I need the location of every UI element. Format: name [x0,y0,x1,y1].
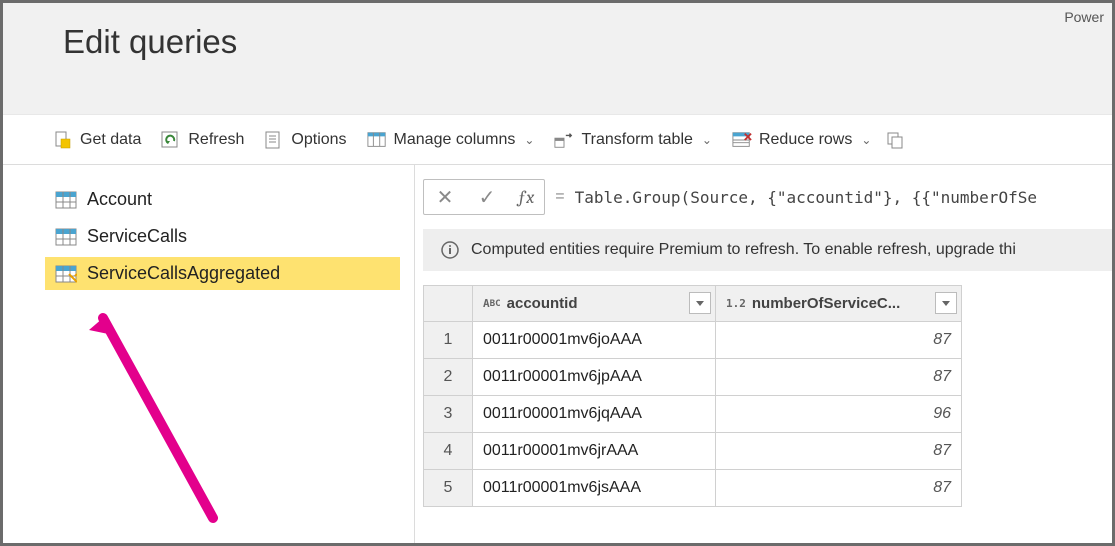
toolbar: Get data Refresh Options Manage columns … [3,115,1112,165]
reduce-rows-button[interactable]: Reduce rows ⌄ [722,115,881,165]
transform-table-button[interactable]: Transform table ⌄ [544,115,722,165]
info-icon [441,241,459,259]
get-data-icon [53,130,73,150]
row-index[interactable]: 5 [423,470,473,507]
column-header-label: numberOfServiceC... [752,295,900,312]
options-icon [264,130,284,150]
chevron-down-icon: ⌄ [702,133,712,147]
row-index[interactable]: 2 [423,359,473,396]
options-button[interactable]: Options [254,115,356,165]
reduce-rows-label: Reduce rows [759,131,852,149]
formula-input[interactable] [575,184,1104,211]
manage-columns-button[interactable]: Manage columns ⌄ [357,115,545,165]
formula-commit-button[interactable]: ✓ [466,179,508,215]
chevron-down-icon: ⌄ [524,133,534,147]
check-icon: ✓ [479,185,496,210]
close-icon: ✕ [437,185,454,210]
manage-columns-label: Manage columns [394,131,516,149]
formula-cancel-button[interactable]: ✕ [424,179,466,215]
query-label: ServiceCalls [87,226,187,247]
app-name-label: Power [1064,9,1104,25]
get-data-button[interactable]: Get data [43,115,151,165]
table-cell[interactable]: 87 [716,470,962,507]
column-header-label: accountid [507,295,578,312]
table-icon [55,228,77,246]
notice-text: Computed entities require Premium to ref… [471,241,1016,259]
chevron-down-icon: ⌄ [861,133,871,147]
overflow-button[interactable] [881,115,909,165]
query-label: Account [87,189,152,210]
transform-table-label: Transform table [581,131,692,149]
table-cell[interactable]: 87 [716,322,962,359]
main-panel: ✕ ✓ ƒx = Computed entities require Premi… [415,165,1112,543]
premium-notice: Computed entities require Premium to ref… [423,229,1112,271]
column-header-numberofservicec[interactable]: 1.2 numberOfServiceC... [716,285,962,322]
row-index[interactable]: 4 [423,433,473,470]
table-cell[interactable]: 87 [716,433,962,470]
table-cell[interactable]: 87 [716,359,962,396]
transform-table-icon [554,130,574,150]
query-item-account[interactable]: Account [45,183,400,216]
computed-table-icon [55,265,77,283]
column-type-decimal-icon: 1.2 [726,297,746,310]
get-data-label: Get data [80,131,141,149]
refresh-icon [161,130,181,150]
column-type-text-icon: ABC [483,297,501,310]
row-index[interactable]: 1 [423,322,473,359]
row-index[interactable]: 3 [423,396,473,433]
options-label: Options [291,131,346,149]
refresh-label: Refresh [188,131,244,149]
table-cell[interactable]: 0011r00001mv6jpAAA [473,359,716,396]
refresh-button[interactable]: Refresh [151,115,254,165]
manage-columns-icon [367,130,387,150]
table-cell[interactable]: 96 [716,396,962,433]
column-header-accountid[interactable]: ABC accountid [473,285,716,322]
table-cell[interactable]: 0011r00001mv6jsAAA [473,470,716,507]
page-title: Edit queries [63,23,1112,61]
table-cell[interactable]: 0011r00001mv6jqAAA [473,396,716,433]
row-index-header [423,285,473,322]
column-filter-button[interactable] [935,292,957,314]
query-label: ServiceCallsAggregated [87,263,280,284]
query-item-servicecalls[interactable]: ServiceCalls [45,220,400,253]
queries-sidebar: Account ServiceCalls ServiceCallsAggrega… [3,165,415,543]
table-cell[interactable]: 0011r00001mv6joAAA [473,322,716,359]
column-filter-button[interactable] [689,292,711,314]
data-grid: ABC accountid 1.2 numberOfServiceC... 10… [423,285,1112,507]
query-item-servicecallsaggregated[interactable]: ServiceCallsAggregated [45,257,400,290]
table-cell[interactable]: 0011r00001mv6jrAAA [473,433,716,470]
table-icon [55,191,77,209]
overflow-icon [885,130,905,150]
formula-fx-button[interactable]: ƒx [508,187,544,208]
equals-label: = [555,188,564,206]
reduce-rows-icon [732,130,752,150]
